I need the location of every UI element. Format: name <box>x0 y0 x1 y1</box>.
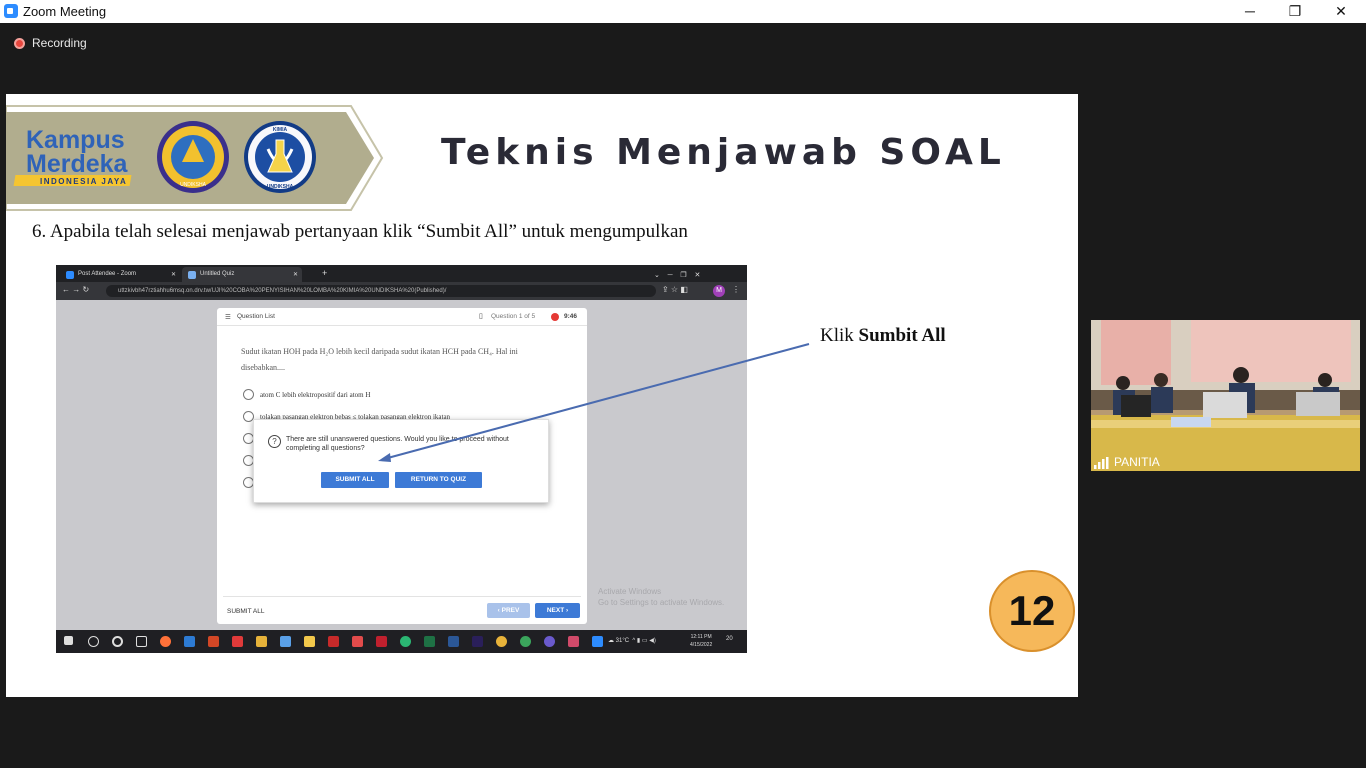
recording-label[interactable]: Recording <box>32 36 87 50</box>
participant-video[interactable] <box>1091 320 1360 471</box>
recording-icon <box>14 38 25 49</box>
zoom-app-icon <box>4 4 18 18</box>
minimize-button[interactable]: ─ <box>1227 0 1273 23</box>
close-window-button[interactable]: ✕ <box>1318 0 1364 23</box>
participant-video-frame <box>1091 320 1360 471</box>
participant-name: PANITIA <box>1114 455 1160 469</box>
restore-button[interactable]: ❐ <box>1272 0 1318 23</box>
page-number-badge: 12 <box>989 570 1075 652</box>
annotation-arrow <box>378 343 810 462</box>
window-title: Zoom Meeting <box>23 4 107 19</box>
window-titlebar: Zoom Meeting ─ ❐ ✕ <box>0 0 1366 23</box>
signal-strength-icon <box>1094 457 1109 469</box>
shared-screen-slide: Kampus Merdeka INDONESIA JAYA UNDIKSHA K… <box>6 94 1078 697</box>
